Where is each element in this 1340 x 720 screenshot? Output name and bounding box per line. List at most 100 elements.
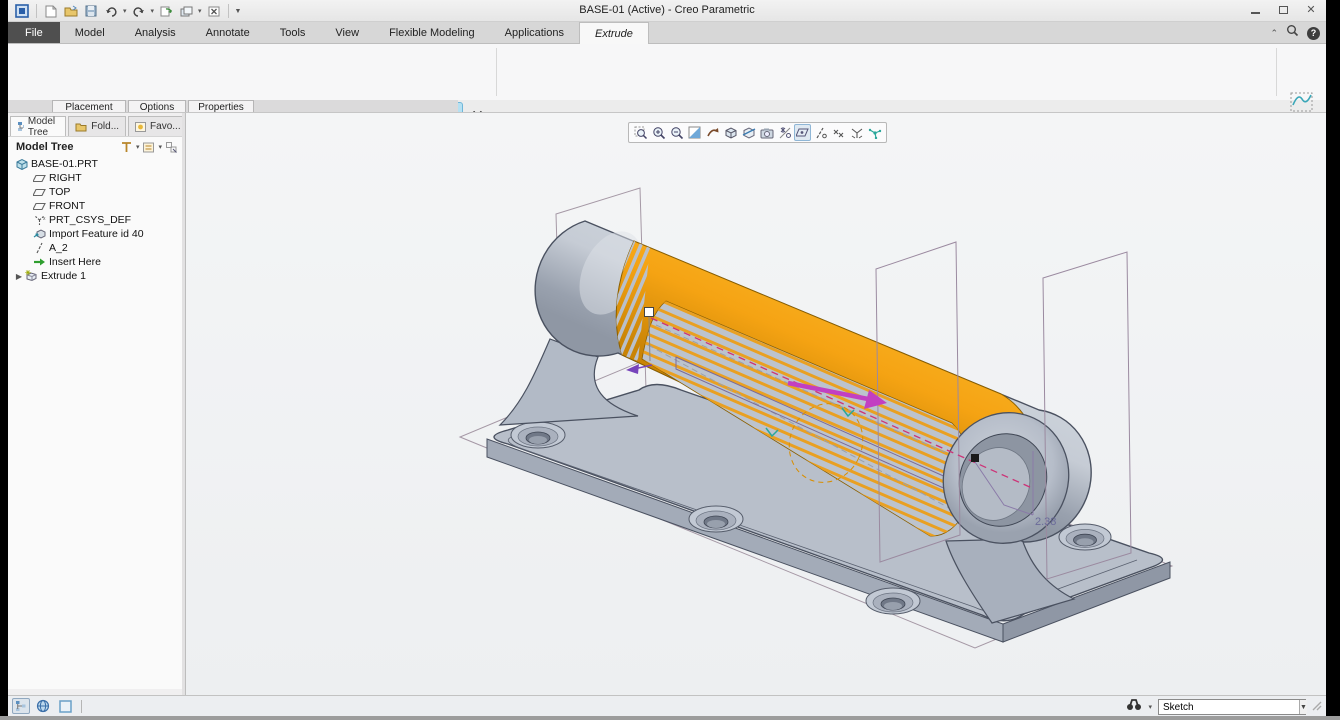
model-tree-tab[interactable]: Model Tree <box>10 116 66 136</box>
windows-caret[interactable]: ▾ <box>198 8 202 15</box>
selection-filter-combo: ▼ <box>1158 699 1306 715</box>
quick-access-toolbar: ▾ ▾ ▾ ▼ <box>14 3 241 19</box>
tab-applications[interactable]: Applications <box>490 22 579 43</box>
annotation-display-icon[interactable] <box>794 124 811 141</box>
axis-icon <box>32 242 46 254</box>
tree-item-import-feature[interactable]: Import Feature id 40 <box>8 227 182 241</box>
tree-item-part[interactable]: BASE-01.PRT <box>8 157 182 171</box>
fullscreen-icon[interactable] <box>56 698 74 714</box>
folders-tab[interactable]: Fold... <box>68 116 126 136</box>
axis-display-icon[interactable] <box>812 124 829 141</box>
find-caret[interactable]: ▾ <box>1148 704 1152 711</box>
open-icon[interactable] <box>63 3 79 19</box>
expand-icon[interactable]: ▶ <box>14 272 24 281</box>
selection-filter-caret[interactable]: ▼ <box>1299 700 1307 714</box>
tab-analysis[interactable]: Analysis <box>120 22 191 43</box>
tab-view[interactable]: View <box>320 22 374 43</box>
tree-item-label: TOP <box>49 186 70 198</box>
base-hole[interactable] <box>511 422 565 448</box>
model-tree-icon <box>17 121 24 132</box>
undo-icon[interactable] <box>103 3 119 19</box>
drag-handle-start[interactable] <box>645 308 654 317</box>
tree-item-label: Import Feature id 40 <box>49 228 144 240</box>
tab-file[interactable]: File <box>8 22 60 43</box>
tree-item-front[interactable]: FRONT <box>8 199 182 213</box>
selection-filter-value[interactable] <box>1159 700 1299 714</box>
windows-icon[interactable] <box>178 3 194 19</box>
customize-caret[interactable]: ▼ <box>235 8 242 15</box>
zoom-out-icon[interactable] <box>668 124 685 141</box>
datum-plane-icon <box>32 186 46 198</box>
collapse-ribbon-icon[interactable]: ⌃ <box>1270 29 1278 38</box>
tab-model[interactable]: Model <box>60 22 120 43</box>
tree-item-right[interactable]: RIGHT <box>8 171 182 185</box>
section-view-icon[interactable] <box>740 124 757 141</box>
insert-here-icon <box>32 256 46 268</box>
window-controls: ✕ <box>1246 2 1320 17</box>
base-hole[interactable] <box>689 506 743 532</box>
tab-tools[interactable]: Tools <box>265 22 321 43</box>
favorites-tab[interactable]: Favo... <box>128 116 188 136</box>
browser-icon[interactable] <box>34 698 52 714</box>
tab-flexible-modeling[interactable]: Flexible Modeling <box>374 22 490 43</box>
repaint-icon[interactable] <box>686 124 703 141</box>
resize-grip[interactable] <box>1312 698 1322 716</box>
redo-icon[interactable] <box>131 3 147 19</box>
window-icon[interactable] <box>14 3 30 19</box>
tree-settings-icon[interactable] <box>142 141 155 154</box>
graphics-area[interactable]: 2.38 <box>186 113 1326 695</box>
close-window-icon[interactable] <box>206 3 222 19</box>
tree-item-top[interactable]: TOP <box>8 185 182 199</box>
base-hole[interactable] <box>1059 524 1111 550</box>
folder-icon <box>75 122 87 132</box>
tab-extrude[interactable]: Extrude <box>579 22 649 44</box>
minimize-button[interactable] <box>1246 2 1264 17</box>
tree-item-axis[interactable]: A_2 <box>8 241 182 255</box>
tree-item-csys[interactable]: x PRT_CSYS_DEF <box>8 213 182 227</box>
binoculars-icon[interactable] <box>1126 698 1142 716</box>
maximize-button[interactable] <box>1274 2 1292 17</box>
zoom-in-icon[interactable] <box>650 124 667 141</box>
saved-orientations-icon[interactable] <box>704 124 721 141</box>
tree-item-label: PRT_CSYS_DEF <box>49 214 131 226</box>
tree-settings-caret[interactable]: ▾ <box>158 144 162 151</box>
tree-filters-caret[interactable]: ▾ <box>136 144 140 151</box>
tree-item-extrude[interactable]: ▶ ✳ Extrude 1 <box>8 269 182 283</box>
tree-item-insert-here[interactable]: Insert Here <box>8 255 182 269</box>
tree-item-label: Extrude 1 <box>41 270 86 282</box>
datum-display-filters-icon[interactable] <box>776 124 793 141</box>
redo-caret[interactable]: ▾ <box>151 8 155 15</box>
save-icon[interactable] <box>83 3 99 19</box>
screen: BASE-01 (Active) - Creo Parametric ▾ ▾ <box>0 0 1340 720</box>
favorites-tab-label: Favo... <box>150 121 181 132</box>
depth-dimension-label[interactable]: 2.38 <box>1035 516 1056 528</box>
point-display-icon[interactable] <box>830 124 847 141</box>
help-icon[interactable]: ? <box>1307 27 1320 40</box>
datum-icon <box>1289 90 1315 114</box>
spin-center-icon[interactable] <box>866 124 883 141</box>
undo-caret[interactable]: ▾ <box>123 8 127 15</box>
favorites-icon <box>135 122 146 132</box>
svg-text:✳: ✳ <box>25 270 31 277</box>
drag-handle-depth[interactable] <box>971 454 979 462</box>
regenerate-icon[interactable] <box>158 3 174 19</box>
datum-plane-icon <box>32 200 46 212</box>
close-button[interactable]: ✕ <box>1302 2 1320 17</box>
new-icon[interactable] <box>43 3 59 19</box>
csys-display-icon[interactable] <box>848 124 865 141</box>
tree-filters-icon[interactable] <box>120 141 133 154</box>
model-tree-panel: Model Tree Fold... Favo... Model Tree ▾ <box>8 113 182 695</box>
appearance-icon[interactable] <box>758 124 775 141</box>
model-viewport[interactable]: 2.38 <box>186 113 1326 695</box>
title-bar: BASE-01 (Active) - Creo Parametric ▾ ▾ <box>8 0 1326 22</box>
tree-search-icon[interactable] <box>165 141 178 154</box>
import-feature-icon <box>32 228 46 240</box>
display-style-icon[interactable] <box>722 124 739 141</box>
tree-toggle-icon[interactable] <box>12 698 30 714</box>
base-hole[interactable] <box>866 588 920 614</box>
tab-annotate[interactable]: Annotate <box>191 22 265 43</box>
search-icon[interactable] <box>1286 24 1299 42</box>
zoom-region-icon[interactable] <box>632 124 649 141</box>
creo-window: BASE-01 (Active) - Creo Parametric ▾ ▾ <box>8 0 1326 716</box>
model-tree-tab-label: Model Tree <box>28 116 59 138</box>
